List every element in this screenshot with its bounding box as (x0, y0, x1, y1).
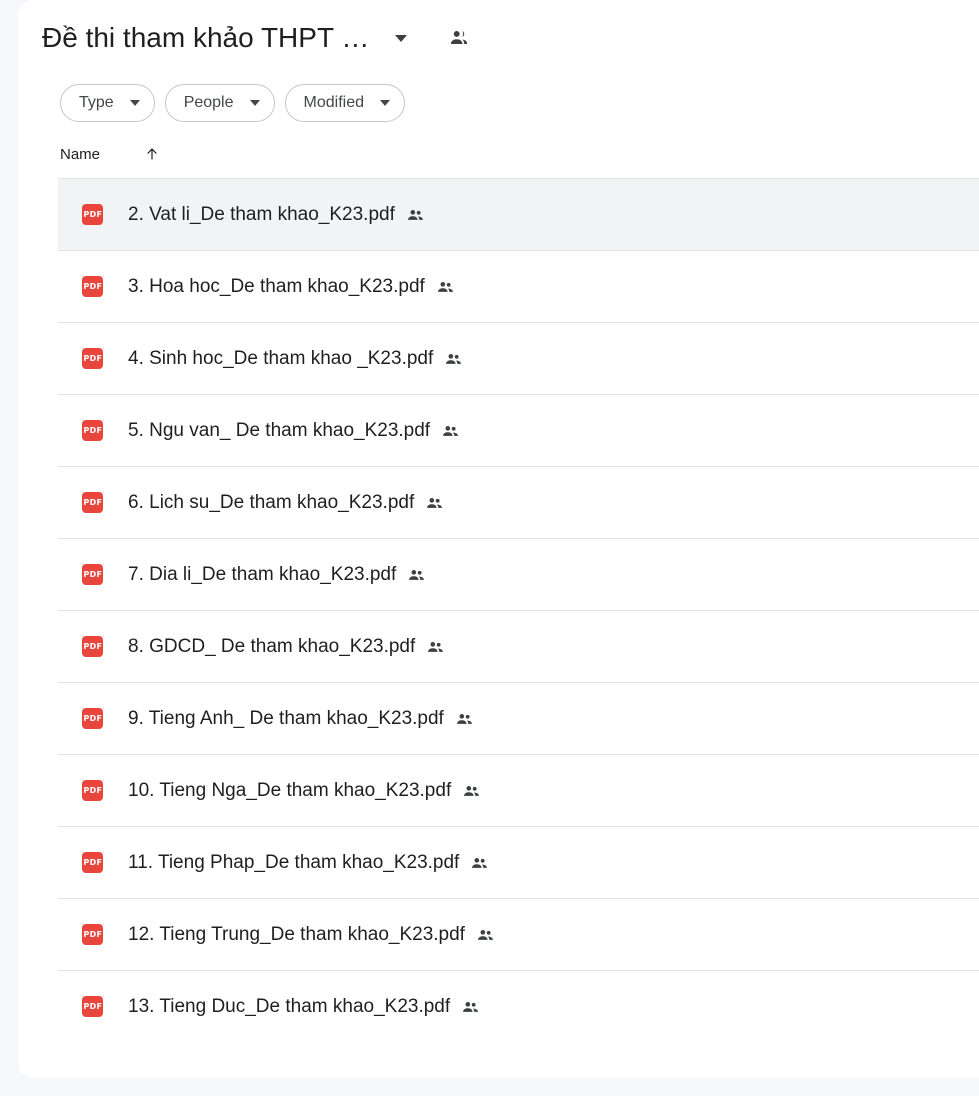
pdf-file-icon-label: PDF (83, 281, 102, 291)
shared-people-icon (470, 854, 489, 873)
content-card: Đề thi tham khảo THPT … Type People Modi… (18, 0, 979, 1078)
file-name: 10. Tieng Nga_De tham khao_K23.pdf (128, 779, 452, 801)
pdf-file-icon-label: PDF (83, 497, 102, 507)
shared-people-icon (444, 350, 463, 369)
file-name: 12. Tieng Trung_De tham khao_K23.pdf (128, 923, 465, 945)
table-row[interactable]: PDF 7. Dia li_De tham khao_K23.pdf (58, 538, 979, 610)
file-name: 13. Tieng Duc_De tham khao_K23.pdf (128, 995, 451, 1017)
file-name: 11. Tieng Phap_De tham khao_K23.pdf (128, 851, 460, 873)
shared-people-icon (406, 206, 425, 225)
drive-folder-view: Đề thi tham khảo THPT … Type People Modi… (0, 0, 979, 1096)
filter-chip-modified[interactable]: Modified (284, 84, 405, 122)
table-row[interactable]: PDF 4. Sinh hoc_De tham khao _K23.pdf (58, 322, 979, 394)
table-row[interactable]: PDF 5. Ngu van_ De tham khao_K23.pdf (58, 394, 979, 466)
table-row[interactable]: PDF 3. Hoa hoc_De tham khao_K23.pdf (58, 250, 979, 322)
table-row[interactable]: PDF 6. Lich su_De tham khao_K23.pdf (58, 466, 979, 538)
chevron-down-icon (249, 100, 260, 106)
table-row[interactable]: PDF 8. GDCD_ De tham khao_K23.pdf (58, 610, 979, 682)
file-name: 6. Lich su_De tham khao_K23.pdf (128, 491, 415, 513)
filter-chip-modified-label: Modified (303, 94, 364, 111)
shared-people-icon[interactable] (447, 26, 471, 50)
pdf-file-icon: PDF (82, 852, 103, 873)
pdf-file-icon: PDF (82, 708, 103, 729)
pdf-file-icon-label: PDF (83, 569, 102, 579)
filter-chip-people-label: People (183, 94, 234, 111)
pdf-file-icon-label: PDF (83, 929, 102, 939)
pdf-file-icon: PDF (82, 348, 103, 369)
shared-people-icon (425, 494, 444, 513)
shared-people-icon (426, 638, 445, 657)
filter-bar: Type People Modified (18, 76, 979, 130)
chevron-down-icon (380, 100, 390, 106)
file-name: 7. Dia li_De tham khao_K23.pdf (128, 563, 397, 585)
pdf-file-icon: PDF (82, 780, 103, 801)
pdf-file-icon: PDF (82, 924, 103, 945)
pdf-file-icon: PDF (82, 204, 103, 225)
chevron-down-glyph (395, 34, 408, 42)
pdf-file-icon-label: PDF (83, 713, 102, 723)
pdf-file-icon: PDF (82, 492, 103, 513)
table-row[interactable]: PDF 2. Vat li_De tham khao_K23.pdf (58, 178, 979, 250)
pdf-file-icon: PDF (82, 276, 103, 297)
arrow-up-icon[interactable] (142, 144, 162, 164)
pdf-file-icon: PDF (82, 564, 103, 585)
shared-people-icon (407, 566, 426, 585)
table-row[interactable]: PDF 11. Tieng Phap_De tham khao_K23.pdf (58, 826, 979, 898)
file-name: 3. Hoa hoc_De tham khao_K23.pdf (128, 275, 425, 297)
file-name: 4. Sinh hoc_De tham khao _K23.pdf (128, 347, 434, 369)
table-row[interactable]: PDF 13. Tieng Duc_De tham khao_K23.pdf (58, 970, 979, 1042)
pdf-file-icon-label: PDF (83, 857, 102, 867)
shared-people-icon (476, 926, 495, 945)
folder-header: Đề thi tham khảo THPT … (18, 0, 979, 76)
pdf-file-icon: PDF (82, 636, 103, 657)
list-column-header: Name (18, 130, 979, 178)
filter-chip-people[interactable]: People (164, 84, 275, 122)
table-row[interactable]: PDF 10. Tieng Nga_De tham khao_K23.pdf (58, 754, 979, 826)
file-name: 9. Tieng Anh_ De tham khao_K23.pdf (128, 707, 444, 729)
pdf-file-icon-label: PDF (83, 641, 102, 651)
file-list: PDF 2. Vat li_De tham khao_K23.pdf PDF 3. H… (18, 178, 979, 1042)
chevron-down-icon[interactable] (391, 28, 411, 48)
filter-chip-type-label: Type (79, 94, 114, 111)
pdf-file-icon-label: PDF (83, 425, 102, 435)
pdf-file-icon: PDF (82, 996, 103, 1017)
pdf-file-icon: PDF (82, 420, 103, 441)
file-name: 5. Ngu van_ De tham khao_K23.pdf (128, 419, 431, 441)
file-name: 2. Vat li_De tham khao_K23.pdf (128, 203, 395, 225)
table-row[interactable]: PDF 9. Tieng Anh_ De tham khao_K23.pdf (58, 682, 979, 754)
shared-people-icon (455, 710, 474, 729)
pdf-file-icon-label: PDF (83, 209, 102, 219)
pdf-file-icon-label: PDF (83, 1001, 102, 1011)
page-title: Đề thi tham khảo THPT … (42, 22, 370, 53)
pdf-file-icon-label: PDF (83, 785, 102, 795)
pdf-file-icon-label: PDF (83, 353, 102, 363)
shared-people-icon (462, 782, 481, 801)
chevron-down-icon (129, 100, 140, 106)
file-name: 8. GDCD_ De tham khao_K23.pdf (128, 635, 416, 657)
shared-people-icon (436, 278, 455, 297)
column-header-name[interactable]: Name (60, 146, 100, 163)
table-row[interactable]: PDF 12. Tieng Trung_De tham khao_K23.pdf (58, 898, 979, 970)
shared-people-icon (461, 998, 480, 1017)
shared-people-icon (441, 422, 460, 441)
filter-chip-type[interactable]: Type (60, 84, 155, 122)
